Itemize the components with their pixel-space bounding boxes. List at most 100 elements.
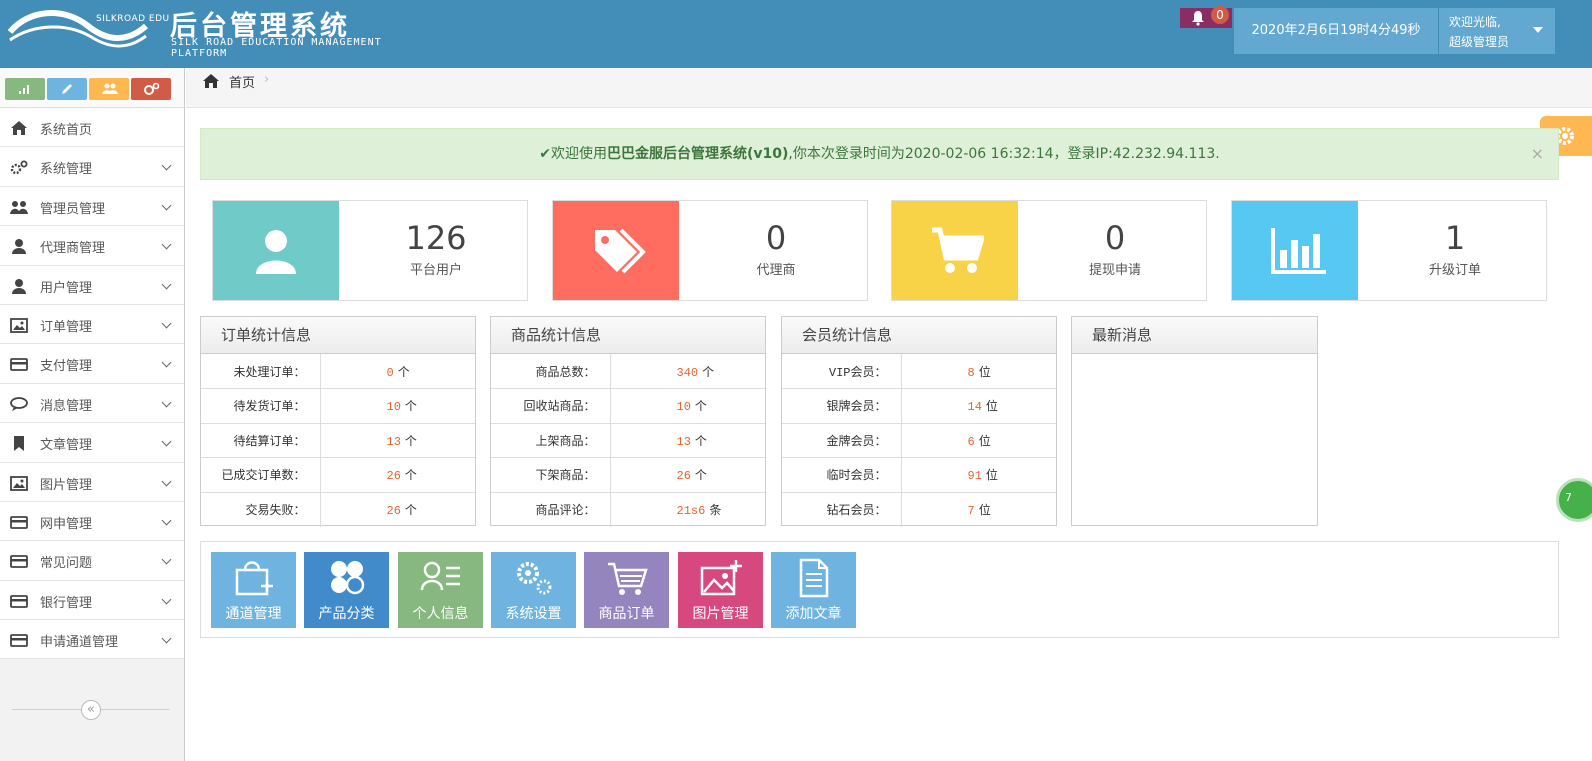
row-value-cell: 26 个 <box>320 457 475 493</box>
tile-product-category[interactable]: 产品分类 <box>304 552 389 628</box>
picture-icon <box>10 475 28 491</box>
row-unit: 个 <box>694 400 707 415</box>
order-stats-table: 未处理订单： 0 个待发货订单： 10 个待结算订单： 13 个已成交订单数： 26 个交易失败… <box>201 354 475 527</box>
sidebar-item[interactable]: 银行管理 <box>0 580 184 621</box>
stat-card-withdrawals[interactable]: 0 提现申请 <box>891 200 1207 301</box>
tags-icon <box>595 228 646 274</box>
chevron-down-icon <box>161 436 172 447</box>
alert-login-info: ,你本次登录时间为2020-02-06 16:32:14，登录IP:42.232… <box>788 146 1220 162</box>
member-stats-table: VIP会员： 8 位银牌会员： 14 位金牌会员： 6 位临时会员： 91 位钻石会员： 7 位 <box>782 354 1056 527</box>
tile-image-management[interactable]: 图片管理 <box>678 552 763 628</box>
user-menu[interactable]: 欢迎光临, 超级管理员 <box>1439 8 1555 54</box>
sidebar-item[interactable]: 系统首页 <box>0 108 184 148</box>
sidebar-item-label: 代理商管理 <box>40 241 106 257</box>
user-role: 超级管理员 <box>1449 35 1510 49</box>
panel-title: 最新消息 <box>1072 317 1317 354</box>
row-label: 待结算订单： <box>201 423 321 458</box>
alert-close-button[interactable]: × <box>1531 129 1544 179</box>
row-unit: 个 <box>404 400 417 415</box>
stat-card-users[interactable]: 126 平台用户 <box>212 200 528 301</box>
bell-icon <box>1192 11 1204 26</box>
row-unit: 位 <box>985 469 998 484</box>
pencil-icon <box>62 84 72 94</box>
sidebar-item[interactable]: 代理商管理 <box>0 226 184 266</box>
tile-add-article[interactable]: 添加文章 <box>771 552 856 628</box>
app-subtitle: SILK ROAD EDUCATION MANAGEMENT PLATFORM <box>171 37 382 59</box>
row-value-cell: 6位 <box>901 423 1056 458</box>
notifications-button[interactable]: 0 <box>1180 6 1232 28</box>
tile-profile[interactable]: 个人信息 <box>398 552 483 628</box>
sidebar-item-label: 订单管理 <box>40 319 93 335</box>
chevron-down-icon <box>161 515 172 526</box>
stat-icon-block <box>553 201 679 300</box>
quick-links: 通道管理 产品分类 个人信息 系统设置 商品订单 图片管理 添加文章 <box>200 541 1559 638</box>
row-unit: 个 <box>404 469 417 484</box>
sidebar-item-label: 银行管理 <box>40 595 93 611</box>
shortcut-cogs-button[interactable] <box>131 78 171 100</box>
sidebar-item[interactable]: 用户管理 <box>0 265 184 305</box>
tile-product-orders[interactable]: 商品订单 <box>584 552 669 628</box>
chevron-down-icon <box>161 633 172 644</box>
sidebar-item[interactable]: 文章管理 <box>0 423 184 463</box>
row-label: 已成交订单数： <box>201 457 321 493</box>
sidebar-item[interactable]: 支付管理 <box>0 344 184 384</box>
row-label: 回收站商品： <box>491 388 611 424</box>
logo-wave-icon <box>8 10 148 48</box>
shortcut-pencil-button[interactable] <box>47 78 87 100</box>
row-value-cell: 0个 <box>320 354 475 389</box>
row-label: 待发货订单： <box>201 388 321 424</box>
sidebar-item[interactable]: 系统管理 <box>0 147 184 187</box>
member-stats-panel: 会员统计信息 VIP会员： 8 位银牌会员： 14 位金牌会员： 6 位临时会员： 91 位钻石… <box>781 316 1057 527</box>
tile-channel-management[interactable]: 通道管理 <box>211 552 296 628</box>
sidebar-item[interactable]: 订单管理 <box>0 304 184 345</box>
table-row: 商品评论： 21s6 条 <box>491 492 765 527</box>
floating-help-button[interactable]: 7 <box>1556 478 1592 522</box>
tile-system-settings[interactable]: 系统设置 <box>491 552 576 628</box>
chevron-down-icon <box>161 594 172 605</box>
stat-card-upgrade-orders[interactable]: 1 升级订单 <box>1231 200 1547 301</box>
table-row: 钻石会员： 7 位 <box>782 492 1056 527</box>
product-stats-panel: 商品统计信息 商品总数： 340 个回收站商品： 10 个上架商品： 13 个下架商品： 26… <box>490 316 766 527</box>
chevron-down-icon <box>161 554 172 565</box>
row-value: 26 <box>676 469 691 484</box>
home-icon <box>203 74 219 88</box>
shortcut-group-button[interactable] <box>89 78 129 100</box>
check-icon: ✔ <box>539 146 551 162</box>
breadcrumb-separator: › <box>264 72 270 87</box>
sidebar-item[interactable]: 申请通道管理 <box>0 620 184 660</box>
tile-label: 个人信息 <box>412 606 469 622</box>
row-unit: 个 <box>404 434 417 449</box>
credit-card-icon <box>10 358 28 372</box>
comments-icon <box>10 396 28 411</box>
alert-prefix: 欢迎使用 <box>551 146 607 162</box>
breadcrumb-home-link[interactable]: 首页 <box>229 72 255 91</box>
sidebar-item[interactable]: 常见问题 <box>0 541 184 581</box>
table-row: 已成交订单数： 26 个 <box>201 457 475 493</box>
alert-system-name: 巴巴金服后台管理系统(v10) <box>607 146 789 162</box>
logo[interactable]: SILKROAD EDU 后台管理系统 SILK ROAD EDUCATION … <box>8 4 428 64</box>
stat-icon-block <box>1232 201 1358 300</box>
sidebar-item-label: 文章管理 <box>40 438 93 454</box>
row-value: 0 <box>386 365 394 380</box>
sidebar-item[interactable]: 消息管理 <box>0 383 184 424</box>
table-row: 上架商品： 13 个 <box>491 423 765 458</box>
sidebar-item[interactable]: 图片管理 <box>0 462 184 502</box>
cart-icon <box>932 227 984 273</box>
group-icon <box>102 83 118 94</box>
sidebar-collapse-button[interactable]: « <box>81 700 101 720</box>
sidebar-item[interactable]: 网申管理 <box>0 501 184 542</box>
panel-title: 会员统计信息 <box>782 317 1056 354</box>
tile-label: 商品订单 <box>598 606 655 622</box>
row-value-cell: 26 个 <box>610 457 765 493</box>
shopping-bag-icon <box>235 561 273 596</box>
stat-card-agents[interactable]: 0 代理商 <box>552 200 868 301</box>
row-value-cell: 21s6 条 <box>610 492 765 527</box>
row-label: 下架商品： <box>491 457 611 493</box>
sidebar-item[interactable]: 管理员管理 <box>0 186 184 227</box>
row-value-cell: 26 个 <box>320 492 475 527</box>
current-datetime: 2020年2月6日19时4分49秒 <box>1234 8 1438 54</box>
shortcut-signal-button[interactable] <box>5 78 45 100</box>
credit-card-icon <box>10 516 28 529</box>
table-row: 商品总数： 340 个 <box>491 354 765 389</box>
row-value: 8 <box>967 365 975 380</box>
